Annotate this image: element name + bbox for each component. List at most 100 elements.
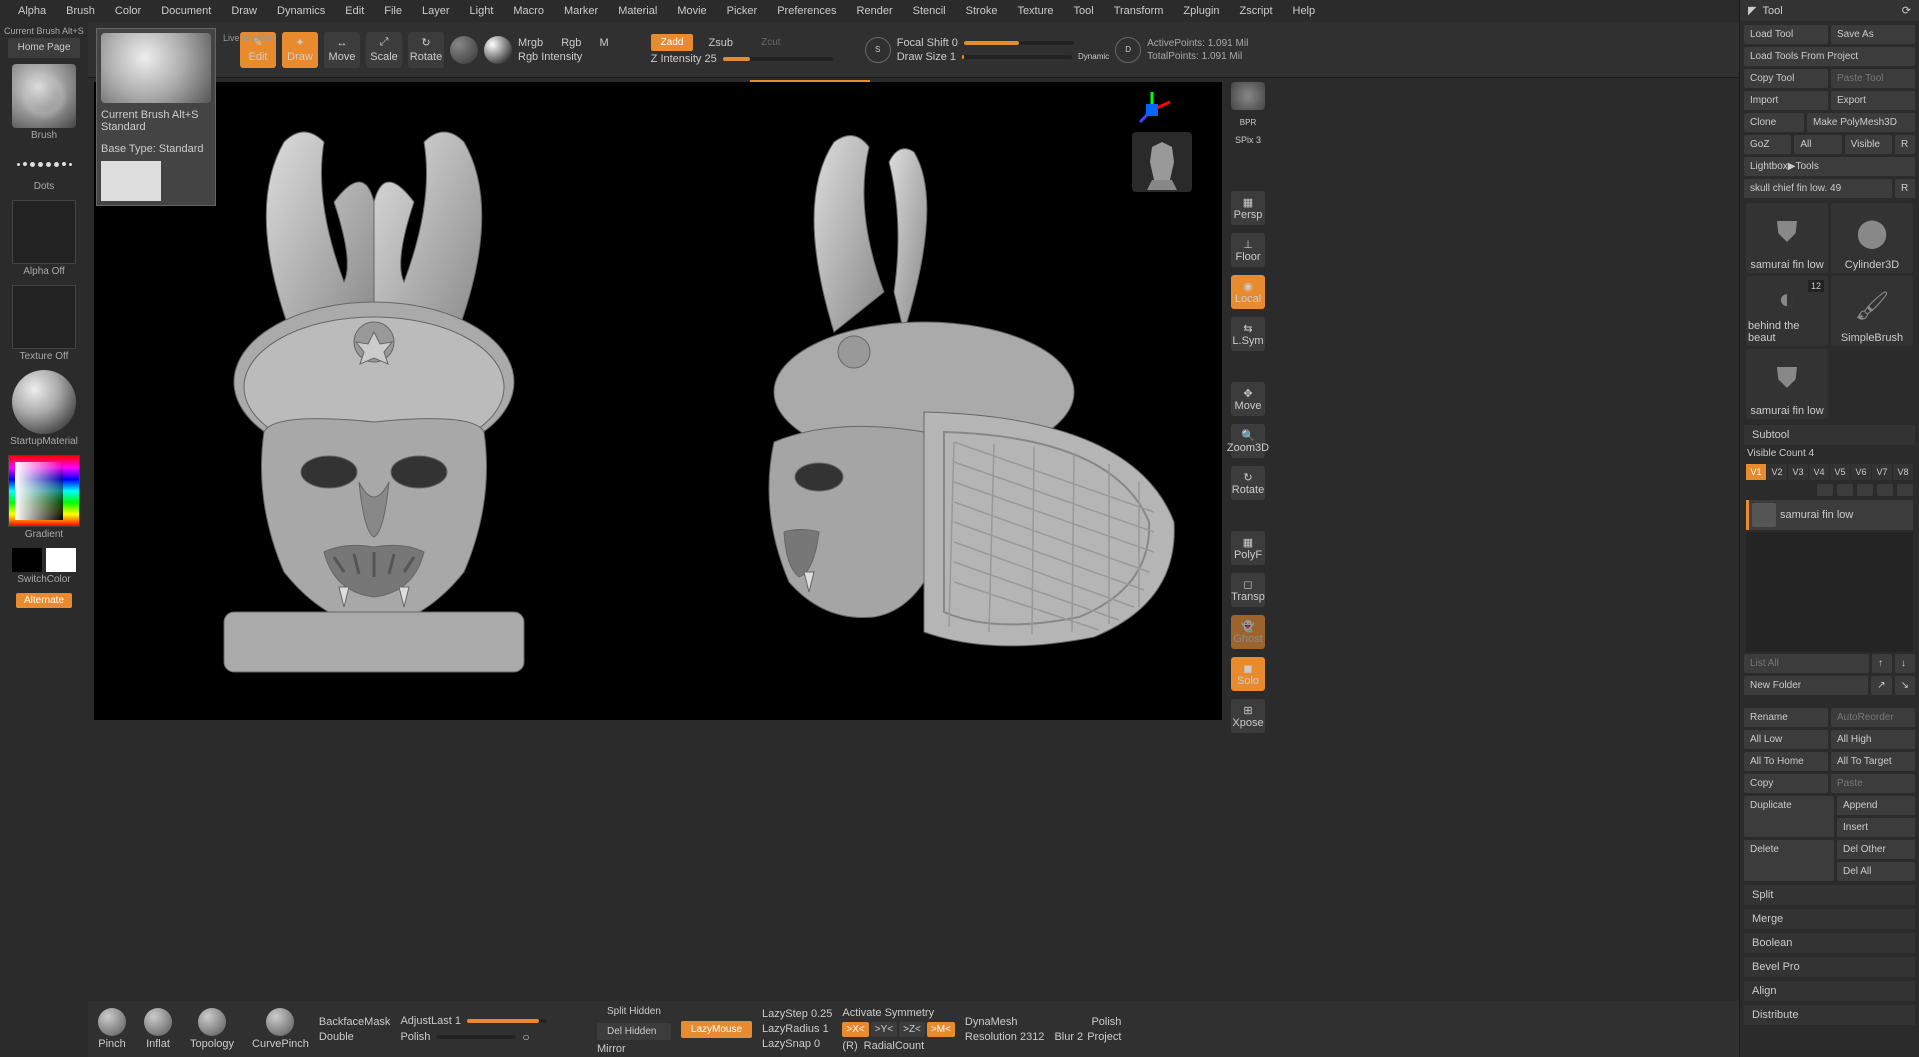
duplicate-button[interactable]: Duplicate [1744, 796, 1834, 837]
bpr-button[interactable] [1231, 82, 1265, 110]
lsym-button[interactable]: ⇆L.Sym [1231, 317, 1265, 351]
tool-item[interactable]: ⛊samurai fin low [1746, 203, 1828, 273]
goz-button[interactable]: GoZ [1744, 135, 1791, 154]
delete-button[interactable]: Delete [1744, 840, 1834, 881]
autoreorder-button[interactable]: AutoReorder [1831, 708, 1915, 727]
menu-macro[interactable]: Macro [503, 1, 554, 21]
new-folder-button[interactable]: New Folder [1744, 676, 1868, 695]
menu-color[interactable]: Color [105, 1, 151, 21]
menu-stencil[interactable]: Stencil [903, 1, 956, 21]
menu-zscript[interactable]: Zscript [1230, 1, 1283, 21]
mirror-button[interactable]: Mirror [597, 1043, 671, 1055]
del-other-button[interactable]: Del Other [1837, 840, 1915, 859]
brush-pinch[interactable]: Pinch [98, 1008, 126, 1050]
visible-count-label[interactable]: Visible Count 4 [1744, 445, 1915, 462]
menu-draw[interactable]: Draw [221, 1, 267, 21]
scale-button[interactable]: ⤢Scale [366, 32, 402, 68]
double-label[interactable]: Double [319, 1031, 391, 1043]
all-to-home-button[interactable]: All To Home [1744, 752, 1828, 771]
menu-help[interactable]: Help [1283, 1, 1326, 21]
floor-button[interactable]: ⊥Floor [1231, 233, 1265, 267]
zadd-button[interactable]: Zadd [651, 34, 694, 51]
dynamesh-label[interactable]: DynaMesh [965, 1016, 1045, 1028]
tool-item[interactable]: ◐behind the beaut12 [1746, 276, 1828, 346]
menu-alpha[interactable]: Alpha [8, 1, 56, 21]
zoom3d-button[interactable]: 🔍Zoom3D [1231, 424, 1265, 458]
vtab-v7[interactable]: V7 [1872, 464, 1892, 480]
blur-label[interactable]: Blur 2 [1054, 1031, 1083, 1043]
mrgb-button[interactable]: Mrgb [518, 37, 543, 49]
up-icon[interactable]: ↑ [1872, 654, 1892, 673]
paste-tool-button[interactable]: Paste Tool [1831, 69, 1915, 88]
draw-button[interactable]: ✦Draw [282, 32, 318, 68]
m-button[interactable]: M [600, 37, 609, 49]
polish-slider[interactable] [436, 1035, 516, 1039]
menu-movie[interactable]: Movie [667, 1, 716, 21]
load-tool-button[interactable]: Load Tool [1744, 25, 1828, 44]
arrow-icon[interactable]: ↗ [1871, 676, 1891, 695]
eye-icon[interactable] [1877, 484, 1893, 496]
filename-field[interactable]: skull chief fin low. 49 [1744, 179, 1892, 198]
focal-shift-label[interactable]: Focal Shift 0 [897, 37, 958, 49]
clone-button[interactable]: Clone [1744, 113, 1804, 132]
list-all-button[interactable]: List All [1744, 654, 1869, 673]
lazysnap-label[interactable]: LazySnap 0 [762, 1038, 832, 1050]
make-polymesh-button[interactable]: Make PolyMesh3D [1807, 113, 1915, 132]
mat-preview-1[interactable] [450, 36, 478, 64]
activate-symmetry-label[interactable]: Activate Symmetry [842, 1007, 955, 1019]
copy-tool-button[interactable]: Copy Tool [1744, 69, 1828, 88]
sym-y-button[interactable]: >Y< [871, 1022, 897, 1037]
project-label[interactable]: Project [1087, 1031, 1121, 1043]
vtab-v4[interactable]: V4 [1809, 464, 1829, 480]
refresh-icon[interactable]: ⟳ [1902, 4, 1911, 17]
menu-render[interactable]: Render [847, 1, 903, 21]
sym-z-button[interactable]: >Z< [899, 1022, 925, 1037]
ghost-button[interactable]: 👻Ghost [1231, 615, 1265, 649]
polyf-button[interactable]: ▦PolyF [1231, 531, 1265, 565]
swatch-white[interactable] [46, 548, 76, 572]
focal-dial-icon[interactable]: S [865, 37, 891, 63]
xpose-button[interactable]: ⊞Xpose [1231, 699, 1265, 733]
menu-document[interactable]: Document [151, 1, 221, 21]
resolution-label[interactable]: Resolution 2312 [965, 1031, 1045, 1043]
home-page-button[interactable]: Home Page [8, 38, 80, 58]
brush-inflat[interactable]: Inflat [144, 1008, 172, 1050]
camera-head-gizmo[interactable] [1132, 132, 1192, 192]
lazystep-label[interactable]: LazyStep 0.25 [762, 1008, 832, 1020]
menu-edit[interactable]: Edit [335, 1, 374, 21]
down-icon[interactable]: ↓ [1895, 654, 1915, 673]
backface-mask-label[interactable]: BackfaceMask [319, 1016, 391, 1028]
move-cam-button[interactable]: ✥Move [1231, 382, 1265, 416]
stroke-dots-icon[interactable] [12, 149, 76, 179]
persp-button[interactable]: ▦Persp [1231, 191, 1265, 225]
adjust-last-slider[interactable] [467, 1019, 547, 1023]
zcut-button[interactable]: Zcut [751, 34, 790, 51]
sym-x-button[interactable]: >X< [842, 1022, 868, 1037]
axis-gizmo[interactable] [1132, 90, 1172, 130]
import-button[interactable]: Import [1744, 91, 1828, 110]
eye-icon[interactable] [1837, 484, 1853, 496]
radialcount-label[interactable]: RadialCount [864, 1040, 925, 1052]
load-tools-project-button[interactable]: Load Tools From Project [1744, 47, 1915, 66]
del-all-button[interactable]: Del All [1837, 862, 1915, 881]
focal-shift-slider[interactable] [964, 41, 1074, 45]
tool-item[interactable]: 🖌SimpleBrush [1831, 276, 1913, 346]
all-to-target-button[interactable]: All To Target [1831, 752, 1915, 771]
menu-light[interactable]: Light [460, 1, 504, 21]
append-button[interactable]: Append [1837, 796, 1915, 815]
brush-curvepinch[interactable]: CurvePinch [252, 1008, 309, 1050]
adjust-last-label[interactable]: AdjustLast 1 [400, 1015, 461, 1027]
vtab-v1[interactable]: V1 [1746, 464, 1766, 480]
menu-layer[interactable]: Layer [412, 1, 460, 21]
polish-label[interactable]: Polish [400, 1031, 430, 1043]
local-button[interactable]: ◉Local [1231, 275, 1265, 309]
tool-panel-header[interactable]: ◤Tool⟳ [1740, 0, 1919, 21]
menu-material[interactable]: Material [608, 1, 667, 21]
all-high-button[interactable]: All High [1831, 730, 1915, 749]
r-button-2[interactable]: R [1895, 179, 1915, 198]
menu-transform[interactable]: Transform [1104, 1, 1174, 21]
tool-item[interactable]: ⛊samurai fin low [1746, 349, 1828, 419]
z-intensity-slider[interactable] [723, 57, 833, 61]
vtab-v6[interactable]: V6 [1851, 464, 1871, 480]
r-button[interactable]: R [1895, 135, 1915, 154]
